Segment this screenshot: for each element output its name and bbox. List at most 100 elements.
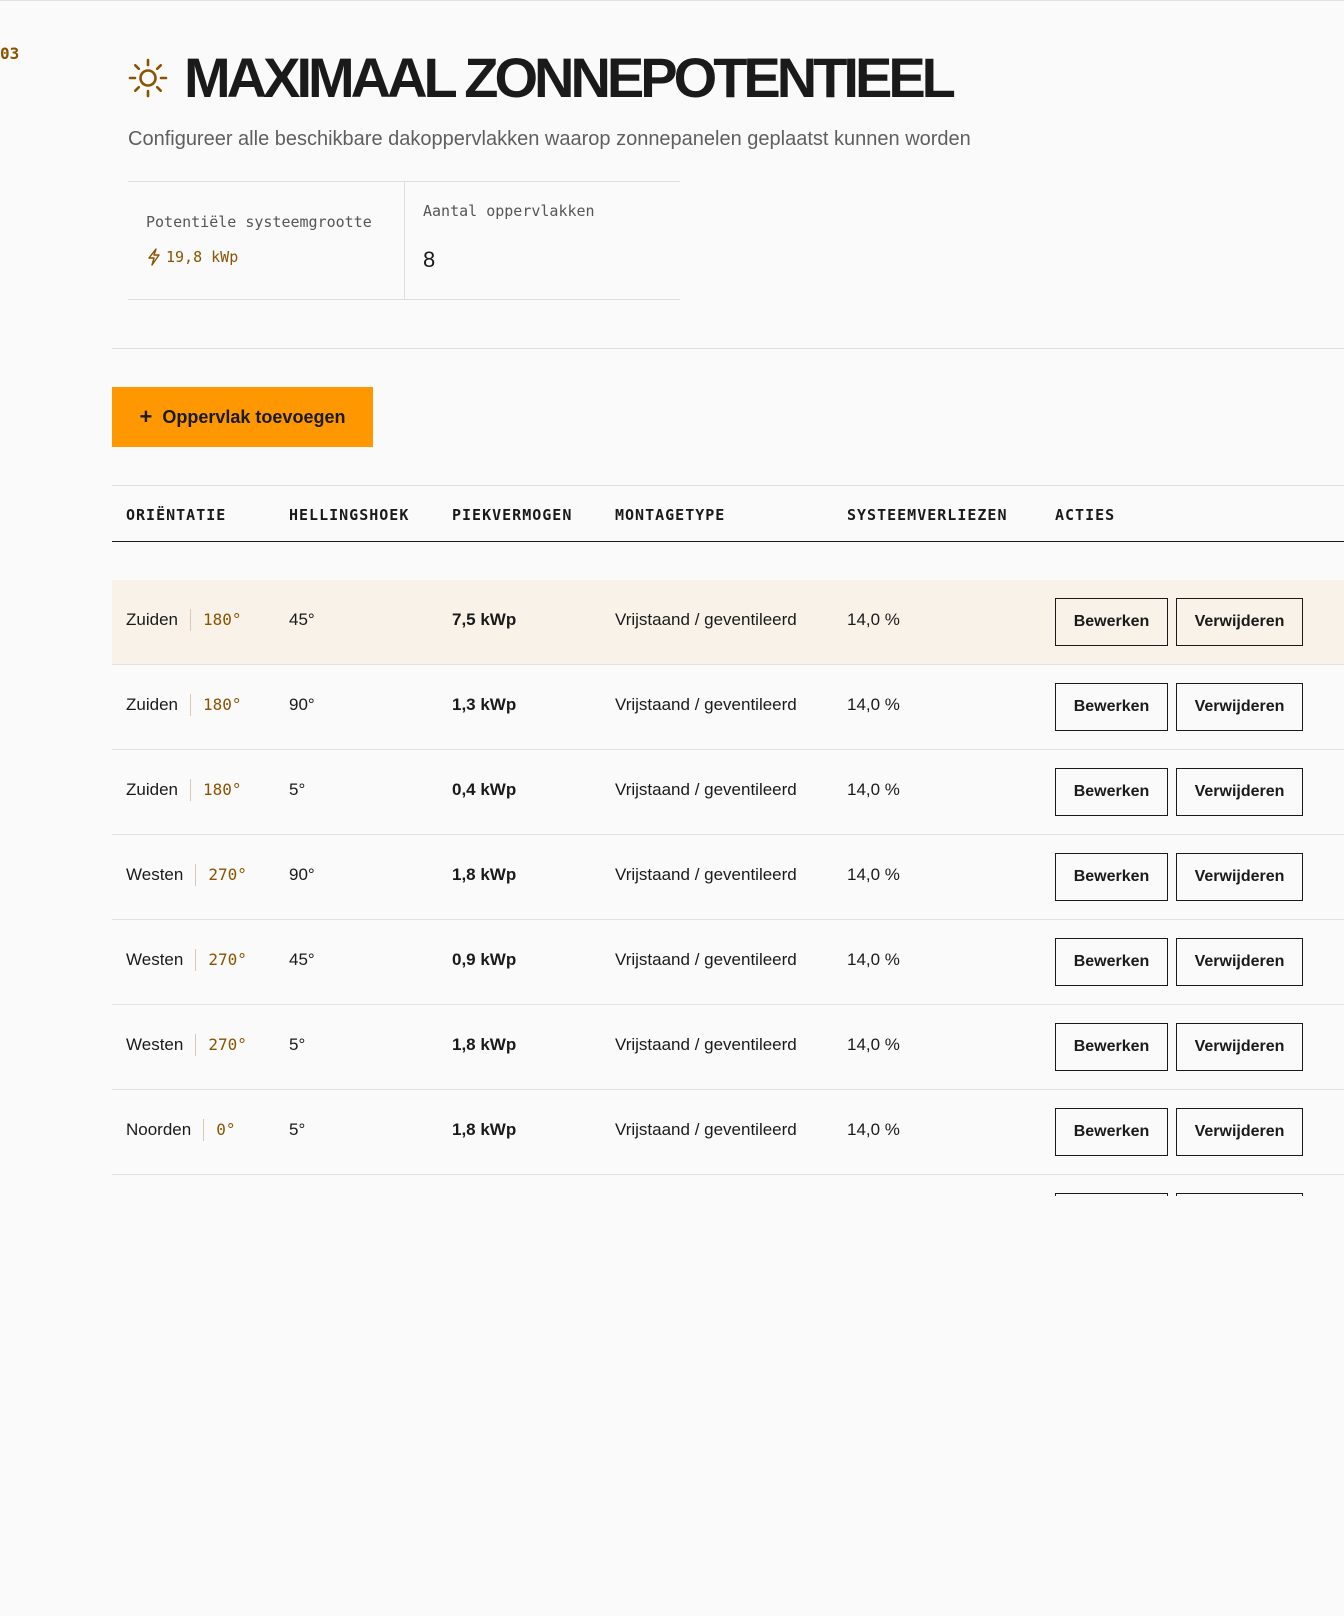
peak-power-cell: 1,8 kWp	[452, 1120, 517, 1139]
orientation-cell: Westen 270°	[126, 1034, 247, 1056]
system-losses-cell: 14,0 %	[847, 780, 900, 799]
system-losses-cell: 14,0 %	[847, 695, 900, 714]
stat-system-size: Potentiële systeemgrootte 19,8 kWp	[128, 182, 405, 299]
orientation-name: Noorden	[126, 1120, 192, 1139]
plus-icon: +	[139, 404, 153, 429]
edit-button[interactable]: Bewerken	[1055, 1108, 1168, 1156]
mount-type-cell: Vrijstaand / geventileerd	[615, 950, 797, 969]
orientation-azimuth: 180°	[189, 609, 242, 631]
system-losses-cell: 14,0 %	[847, 610, 900, 629]
edit-button[interactable]: Bewerken	[1055, 598, 1168, 646]
add-surface-label: Oppervlak toevoegen	[162, 406, 346, 427]
table-row[interactable]: Zuiden 180° 90° 1,3 kWp Vrijstaand / gev…	[112, 665, 1344, 750]
table-row[interactable]: Zuiden 180° 45° 7,5 kWp Vrijstaand / gev…	[112, 580, 1344, 665]
orientation-cell: Westen 270°	[126, 864, 247, 886]
edit-button[interactable]: Bewerken	[1055, 1193, 1168, 1196]
tilt-cell: 90°	[289, 865, 315, 884]
orientation-cell: Noorden 0°	[126, 1119, 235, 1141]
sun-icon	[128, 58, 168, 98]
edit-button[interactable]: Bewerken	[1055, 768, 1168, 816]
mount-type-cell: Vrijstaand / geventileerd	[615, 695, 797, 714]
step-number: 03	[0, 44, 20, 63]
orientation-cell: Westen 270°	[126, 949, 247, 971]
delete-button[interactable]: Verwijderen	[1176, 598, 1303, 646]
tilt-cell: 90°	[289, 695, 315, 714]
delete-button[interactable]: Verwijderen	[1176, 683, 1303, 731]
table-row[interactable]: Bewerken Verwijderen	[112, 1175, 1344, 1196]
top-divider	[0, 0, 1344, 1]
row-actions: Bewerken Verwijderen	[1055, 598, 1303, 646]
mount-type-cell: Vrijstaand / geventileerd	[615, 780, 797, 799]
title-row: MAXIMAAL ZONNEPOTENTIEEL	[128, 48, 1278, 108]
table-header: ORIËNTATIE HELLINGSHOEK PIEKVERMOGEN MON…	[112, 485, 1344, 542]
peak-power-cell: 1,8 kWp	[452, 1035, 517, 1054]
orientation-cell: Zuiden 180°	[126, 609, 242, 631]
table-row[interactable]: Westen 270° 45° 0,9 kWp Vrijstaand / gev…	[112, 920, 1344, 1005]
orientation-cell: Zuiden 180°	[126, 779, 242, 801]
delete-button[interactable]: Verwijderen	[1176, 1193, 1303, 1196]
surfaces-table: ORIËNTATIE HELLINGSHOEK PIEKVERMOGEN MON…	[112, 485, 1344, 1196]
orientation-name: Westen	[126, 1035, 184, 1054]
orientation-name: Zuiden	[126, 780, 178, 799]
mount-type-cell: Vrijstaand / geventileerd	[615, 865, 797, 884]
row-actions: Bewerken Verwijderen	[1055, 1193, 1303, 1196]
system-size-text: 19,8 kWp	[166, 248, 239, 266]
delete-button[interactable]: Verwijderen	[1176, 1023, 1303, 1071]
tilt-cell: 5°	[289, 780, 306, 799]
system-losses-cell: 14,0 %	[847, 865, 900, 884]
column-header-system-losses: SYSTEEMVERLIEZEN	[847, 506, 1008, 524]
stat-surface-count-value: 8	[423, 247, 436, 272]
orientation-name: Westen	[126, 950, 184, 969]
table-row[interactable]: Westen 270° 5° 1,8 kWp Vrijstaand / geve…	[112, 1005, 1344, 1090]
row-actions: Bewerken Verwijderen	[1055, 1108, 1303, 1156]
system-losses-cell: 14,0 %	[847, 1035, 900, 1054]
system-losses-cell: 14,0 %	[847, 1120, 900, 1139]
row-actions: Bewerken Verwijderen	[1055, 853, 1303, 901]
row-actions: Bewerken Verwijderen	[1055, 683, 1303, 731]
column-header-tilt: HELLINGSHOEK	[289, 506, 410, 524]
orientation-azimuth: 180°	[189, 779, 242, 801]
stat-surface-count-label: Aantal oppervlakken	[423, 202, 595, 220]
delete-button[interactable]: Verwijderen	[1176, 853, 1303, 901]
table-row[interactable]: Zuiden 180° 5° 0,4 kWp Vrijstaand / geve…	[112, 750, 1344, 835]
column-header-mount-type: MONTAGETYPE	[615, 506, 726, 524]
tilt-cell: 45°	[289, 950, 315, 969]
page-header: MAXIMAAL ZONNEPOTENTIEEL Configureer all…	[128, 48, 1278, 152]
tilt-cell: 5°	[289, 1035, 306, 1054]
edit-button[interactable]: Bewerken	[1055, 683, 1168, 731]
stat-system-size-value: 19,8 kWp	[146, 248, 238, 266]
table-row[interactable]: Noorden 0° 5° 1,8 kWp Vrijstaand / geven…	[112, 1090, 1344, 1175]
add-surface-button[interactable]: + Oppervlak toevoegen	[112, 387, 373, 447]
orientation-azimuth: 180°	[189, 694, 242, 716]
stat-system-size-label: Potentiële systeemgrootte	[146, 213, 372, 231]
tilt-cell: 45°	[289, 610, 315, 629]
edit-button[interactable]: Bewerken	[1055, 853, 1168, 901]
page-subtitle: Configureer alle beschikbare dakoppervla…	[128, 128, 971, 150]
peak-power-cell: 1,8 kWp	[452, 865, 517, 884]
section-divider	[112, 348, 1344, 349]
edit-button[interactable]: Bewerken	[1055, 938, 1168, 986]
peak-power-cell: 1,3 kWp	[452, 695, 517, 714]
peak-power-cell: 7,5 kWp	[452, 610, 517, 629]
delete-button[interactable]: Verwijderen	[1176, 768, 1303, 816]
stat-surface-count: Aantal oppervlakken 8	[405, 182, 680, 299]
orientation-azimuth: 270°	[195, 1034, 247, 1056]
orientation-name: Westen	[126, 865, 184, 884]
row-actions: Bewerken Verwijderen	[1055, 768, 1303, 816]
orientation-azimuth: 270°	[195, 949, 247, 971]
page-title: MAXIMAAL ZONNEPOTENTIEEL	[184, 46, 956, 109]
delete-button[interactable]: Verwijderen	[1176, 938, 1303, 986]
orientation-azimuth: 0°	[203, 1119, 235, 1141]
mount-type-cell: Vrijstaand / geventileerd	[615, 1120, 797, 1139]
orientation-name: Zuiden	[126, 695, 178, 714]
column-header-actions: ACTIES	[1055, 506, 1116, 524]
lightning-icon	[148, 248, 160, 266]
tilt-cell: 5°	[289, 1120, 306, 1139]
system-losses-cell: 14,0 %	[847, 950, 900, 969]
edit-button[interactable]: Bewerken	[1055, 1023, 1168, 1071]
column-header-peak-power: PIEKVERMOGEN	[452, 506, 573, 524]
table-row[interactable]: Westen 270° 90° 1,8 kWp Vrijstaand / gev…	[112, 835, 1344, 920]
delete-button[interactable]: Verwijderen	[1176, 1108, 1303, 1156]
orientation-name: Zuiden	[126, 610, 178, 629]
mount-type-cell: Vrijstaand / geventileerd	[615, 610, 797, 629]
